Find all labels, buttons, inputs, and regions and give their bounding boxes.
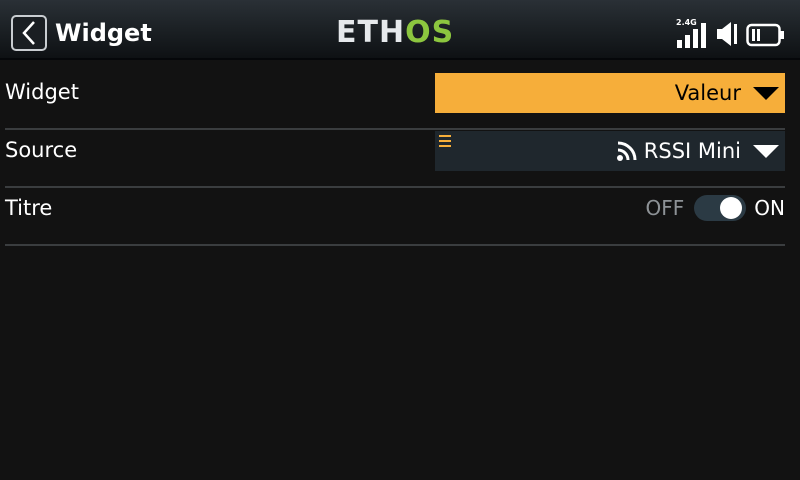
- widget-dropdown[interactable]: Valeur: [435, 73, 785, 113]
- titre-row: Titre OFF ON: [5, 188, 785, 246]
- back-button[interactable]: [11, 15, 47, 51]
- titre-toggle[interactable]: OFF ON: [646, 188, 785, 228]
- source-row: Source RSSI Mini: [5, 130, 785, 188]
- rssi-signal-icon: [616, 141, 637, 161]
- widget-row: Widget Valeur: [5, 72, 785, 130]
- source-value: RSSI Mini: [643, 139, 741, 163]
- toggle-switch[interactable]: [694, 195, 747, 221]
- page-title: Widget: [55, 19, 152, 47]
- chevron-down-icon: [753, 144, 779, 158]
- battery-icon: [746, 23, 784, 47]
- source-label: Source: [5, 138, 78, 162]
- menu-icon[interactable]: [439, 135, 451, 147]
- toggle-off-label: OFF: [645, 196, 685, 220]
- signal-icon: 2.4G: [676, 18, 710, 48]
- widget-value: Valeur: [674, 81, 741, 105]
- logo-main-text: ETH: [336, 15, 406, 50]
- titre-label: Titre: [5, 196, 53, 220]
- band-label: 2.4G: [676, 18, 697, 27]
- ethos-logo: ETH OS: [336, 17, 454, 49]
- toggle-knob[interactable]: [720, 197, 743, 219]
- chevron-down-icon: [753, 86, 779, 100]
- status-area: 2.4G: [676, 18, 786, 48]
- speaker-icon: [717, 22, 737, 46]
- back-arrow-icon: [22, 21, 35, 45]
- source-dropdown[interactable]: RSSI Mini: [435, 131, 785, 171]
- widget-label: Widget: [5, 80, 79, 104]
- title-bar: Widget ETH OS 2.4G: [0, 0, 800, 60]
- logo-accent-text: OS: [405, 15, 455, 50]
- toggle-on-label: ON: [754, 196, 785, 220]
